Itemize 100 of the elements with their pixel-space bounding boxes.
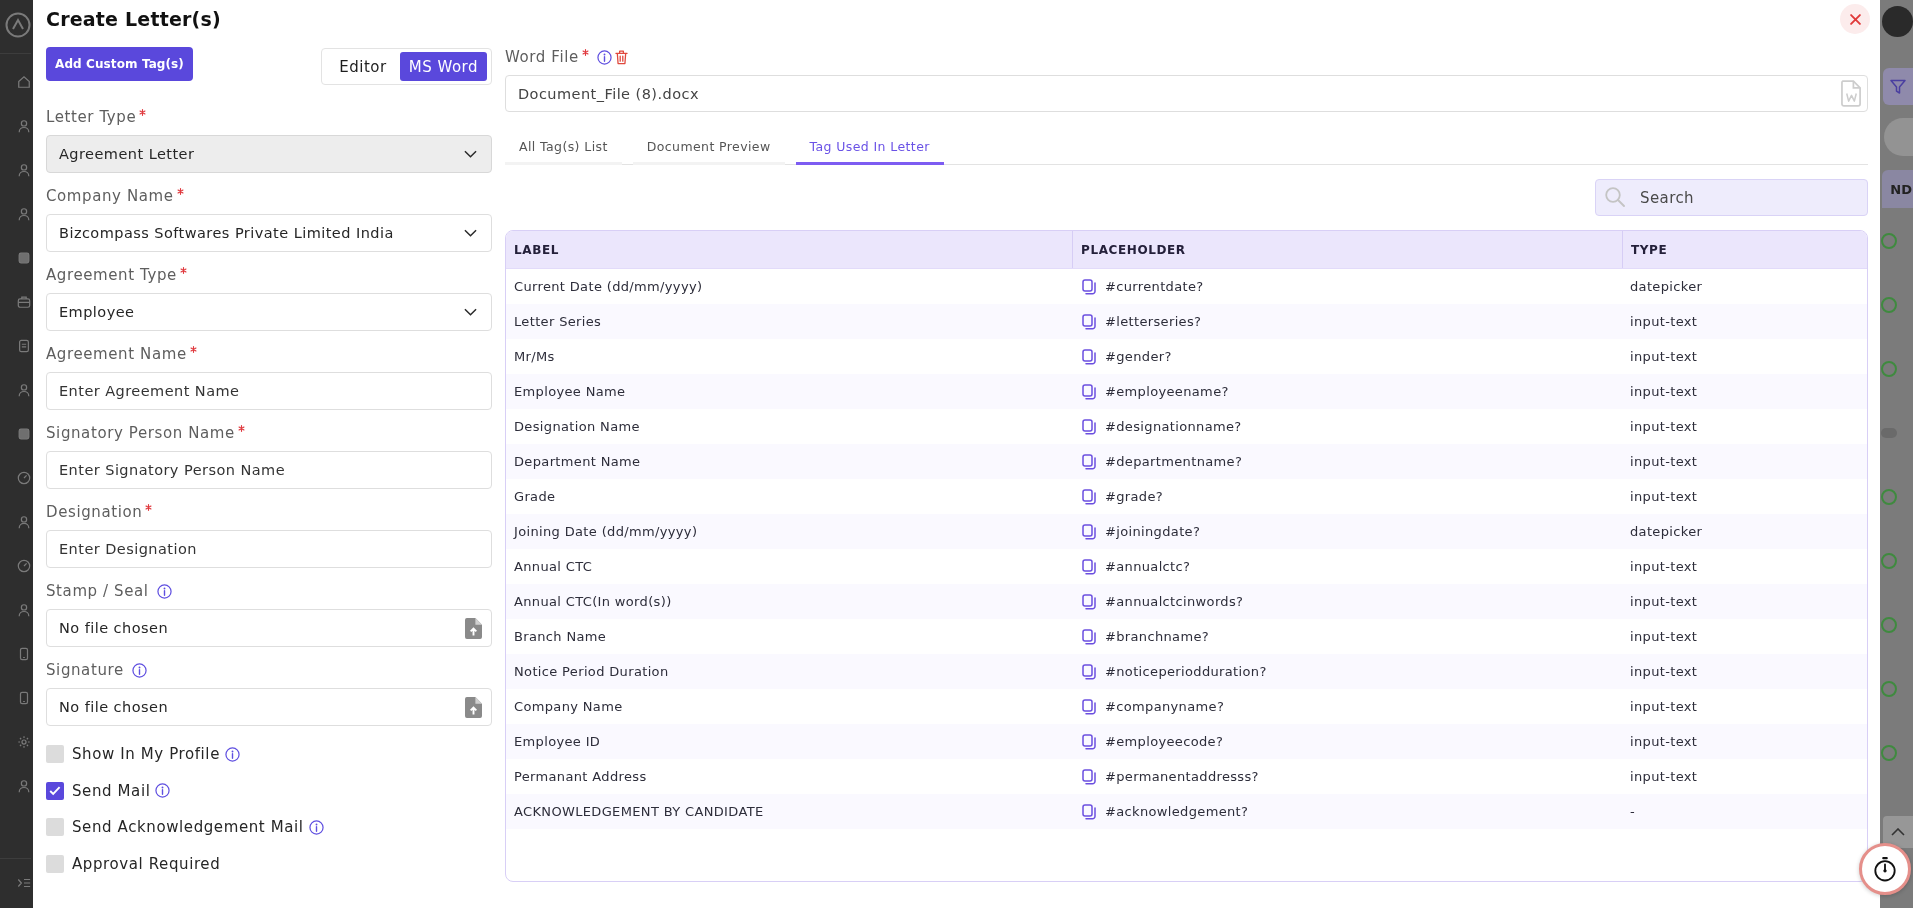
info-icon[interactable] (156, 583, 172, 599)
upload-file-icon[interactable] (465, 617, 482, 639)
checkbox[interactable] (46, 745, 64, 763)
status-ring-icon (1881, 297, 1897, 313)
tag-label: Joining Date (dd/mm/yyyy) (514, 524, 698, 539)
copy-icon[interactable] (1082, 593, 1096, 610)
search-icon (1605, 187, 1625, 207)
person-icon[interactable] (17, 603, 31, 617)
field-label: Stamp / Seal (46, 582, 149, 600)
copy-icon[interactable] (1082, 628, 1096, 645)
copy-icon[interactable] (1082, 663, 1096, 680)
status-ring-icon (1881, 681, 1897, 697)
input-field[interactable]: Enter Agreement Name (46, 372, 492, 410)
tag-label: Grade (514, 489, 556, 504)
toggle-option[interactable]: MS Word (399, 52, 487, 81)
field-type: input-text (1630, 734, 1698, 749)
tag-label: Annual CTC(In word(s)) (514, 594, 672, 609)
gear-icon[interactable] (17, 735, 31, 749)
document-icon[interactable] (17, 339, 31, 353)
collapse-menu-icon[interactable] (17, 876, 31, 890)
field-label: Signature (46, 661, 124, 679)
phone-icon[interactable] (17, 647, 31, 661)
square-icon[interactable] (17, 251, 31, 265)
info-icon[interactable] (308, 819, 324, 835)
field-type: input-text (1630, 699, 1698, 714)
copy-icon[interactable] (1082, 383, 1096, 400)
info-icon[interactable] (155, 783, 171, 799)
checkbox[interactable] (46, 855, 64, 874)
info-icon[interactable] (131, 662, 147, 678)
status-ring-icon (1881, 489, 1897, 505)
scroll-up-button[interactable] (1883, 816, 1913, 848)
info-icon[interactable] (224, 746, 240, 762)
copy-icon[interactable] (1082, 278, 1096, 295)
briefcase-icon[interactable] (17, 295, 31, 309)
chevron-down-icon (464, 308, 477, 316)
home-icon[interactable] (17, 75, 31, 89)
column-header: LABEL (514, 242, 559, 257)
tab[interactable]: All Tag(s) List (505, 130, 622, 165)
placeholder-code: #branchname? (1105, 629, 1210, 644)
tag-label: Permanant Address (514, 769, 647, 784)
person-icon[interactable] (17, 207, 31, 221)
file-input[interactable]: No file chosen (46, 688, 492, 726)
avatar[interactable] (1882, 6, 1913, 37)
person-icon[interactable] (17, 119, 31, 133)
search-field[interactable]: Search (1595, 179, 1868, 216)
toggle-option[interactable]: Editor (330, 52, 396, 81)
filter-icon (1890, 78, 1906, 95)
checkbox[interactable] (46, 781, 64, 800)
checkbox-label: Send Acknowledgement Mail (72, 818, 304, 837)
field-label: Agreement Type (46, 266, 177, 284)
dropdown[interactable]: Bizcompass Softwares Private Limited India (46, 214, 492, 252)
copy-icon[interactable] (1082, 558, 1096, 575)
field-label: Designation (46, 503, 143, 521)
copy-icon[interactable] (1082, 698, 1096, 715)
person-icon[interactable] (17, 779, 31, 793)
tag-label: ACKNOWLEDGEMENT BY CANDIDATE (514, 804, 764, 819)
dropdown[interactable]: Employee (46, 293, 492, 331)
gauge-icon[interactable] (17, 471, 31, 485)
copy-icon[interactable] (1082, 418, 1096, 435)
input-field[interactable]: Enter Designation (46, 530, 492, 568)
copy-icon[interactable] (1082, 313, 1096, 330)
tab[interactable]: Tag Used In Letter (795, 130, 944, 165)
phone-icon[interactable] (17, 691, 31, 705)
copy-icon[interactable] (1082, 803, 1096, 820)
file-field[interactable]: Document_File (8).docx (505, 75, 1868, 112)
gauge-icon[interactable] (17, 559, 31, 573)
tab[interactable]: Document Preview (632, 130, 785, 165)
filter-button[interactable] (1883, 68, 1913, 105)
field-type: input-text (1630, 559, 1698, 574)
checkbox-label: Show In My Profile (72, 745, 220, 763)
upload-file-icon[interactable] (465, 696, 482, 718)
input-field[interactable]: Enter Signatory Person Name (46, 451, 492, 489)
chevron-up-icon (1891, 828, 1905, 836)
copy-icon[interactable] (1082, 523, 1096, 540)
trash-icon[interactable] (614, 49, 628, 65)
person-icon[interactable] (17, 163, 31, 177)
copy-icon[interactable] (1082, 348, 1096, 365)
file-input[interactable]: No file chosen (46, 609, 492, 647)
logo-icon[interactable] (5, 12, 31, 38)
field-label: Letter Type (46, 108, 137, 126)
square-icon[interactable] (17, 427, 31, 441)
add-tags-button[interactable]: Add Custom Tag(s) (46, 47, 193, 81)
person-icon[interactable] (17, 515, 31, 529)
close-button[interactable] (1840, 4, 1870, 34)
info-icon[interactable] (596, 49, 612, 65)
copy-icon[interactable] (1082, 453, 1096, 470)
checkbox-label: Approval Required (72, 855, 221, 874)
tag-label: Branch Name (514, 629, 607, 644)
chevron-down-icon (464, 229, 477, 237)
copy-icon[interactable] (1082, 488, 1096, 505)
input-field[interactable] (1884, 118, 1913, 156)
checkbox[interactable] (46, 818, 64, 837)
field-type: input-text (1630, 454, 1698, 469)
copy-icon[interactable] (1082, 768, 1096, 785)
person-icon[interactable] (17, 383, 31, 397)
status-ring-icon (1881, 745, 1897, 761)
field-type: input-text (1630, 349, 1698, 364)
copy-icon[interactable] (1082, 733, 1096, 750)
dialog-title: Create Letter(s) (46, 8, 221, 30)
placeholder-code: #noticeperiodduration? (1105, 664, 1267, 679)
